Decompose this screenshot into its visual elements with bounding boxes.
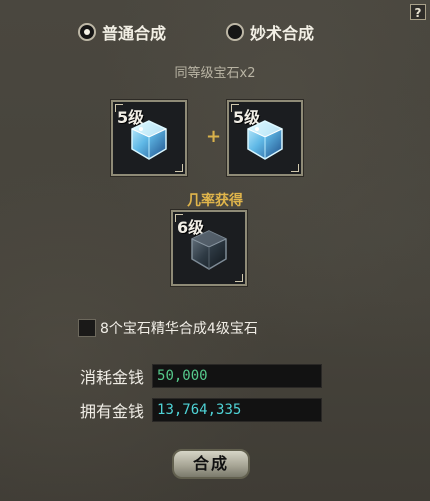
probability-label: 几率获得 — [187, 193, 243, 209]
owned-row: 拥有金钱 13,764,335 — [80, 398, 323, 422]
mode-option-special-label: 妙术合成 — [250, 24, 315, 43]
radio-unchecked-icon[interactable] — [226, 23, 245, 41]
input-gem-slot-2[interactable]: 5级 — [226, 99, 304, 177]
radio-checked-icon[interactable] — [78, 23, 96, 41]
input-gem-slot-1[interactable]: 5级 — [110, 99, 188, 177]
essence-option[interactable]: 8个宝石精华合成4级宝石 — [78, 318, 258, 338]
mode-option-normal[interactable]: 普通合成 — [78, 20, 166, 44]
essence-option-label: 8个宝石精华合成4级宝石 — [100, 321, 258, 337]
owned-value: 13,764,335 — [152, 398, 323, 422]
combine-button[interactable]: 合成 — [172, 449, 250, 479]
requirement-label: 同等级宝石x2 — [174, 66, 256, 81]
essence-checkbox[interactable] — [78, 319, 96, 337]
mode-selector: 普通合成 妙术合成 — [78, 20, 314, 44]
plus-sign: + — [206, 126, 222, 147]
help-icon[interactable]: ? — [410, 4, 426, 20]
cost-label: 消耗金钱 — [80, 368, 145, 387]
cost-value: 50,000 — [152, 364, 323, 388]
dark-gem-icon — [191, 230, 227, 271]
blue-gem-icon — [247, 120, 283, 161]
mode-option-normal-label: 普通合成 — [102, 24, 167, 43]
output-gem-slot[interactable]: 6级 — [170, 209, 248, 287]
blue-gem-icon — [131, 120, 167, 161]
mode-option-special[interactable]: 妙术合成 — [226, 20, 314, 44]
owned-label: 拥有金钱 — [80, 402, 145, 421]
cost-row: 消耗金钱 50,000 — [80, 364, 323, 388]
